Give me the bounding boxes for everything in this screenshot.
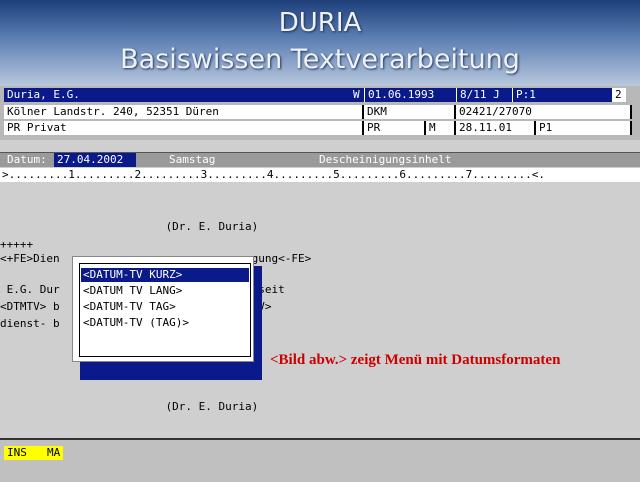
header-name[interactable]: Duria, E.G. bbox=[4, 88, 350, 102]
doc-line-1: (Dr. E. Duria) bbox=[0, 220, 259, 233]
header-phone[interactable]: 02421/27070 bbox=[456, 105, 632, 119]
header-code1: PR bbox=[364, 121, 426, 135]
banner-title: DURIA bbox=[278, 8, 362, 38]
header-dept: DKM bbox=[364, 105, 456, 119]
ma-indicator: MA bbox=[44, 446, 64, 460]
menu-list: <DATUM-TV KURZ> <DATUM TV LANG> <DATUM-T… bbox=[79, 263, 251, 357]
header-page2: P1 bbox=[536, 121, 632, 135]
doc-line-2: +++++ bbox=[0, 238, 34, 251]
header-address[interactable]: Kölner Landstr. 240, 52351 Düren bbox=[4, 105, 364, 119]
header-flag: W bbox=[350, 88, 364, 102]
header-row-1: Duria, E.G. W 01.06.1993 8/11 J P:1 2 bbox=[0, 88, 640, 102]
header-type[interactable]: PR Privat bbox=[4, 121, 364, 135]
form-title: Descheinigungsinhelt bbox=[319, 153, 452, 166]
menu-item-datum-tag[interactable]: <DATUM-TV TAG> bbox=[81, 300, 249, 314]
header-row-2: Kölner Landstr. 240, 52351 Düren DKM 024… bbox=[0, 105, 640, 119]
date-format-menu[interactable]: <DATUM-TV KURZ> <DATUM TV LANG> <DATUM-T… bbox=[72, 256, 254, 362]
menu-item-datum-tag-paren[interactable]: <DATUM-TV (TAG)> bbox=[81, 316, 249, 330]
date-bar: Datum: 27.04.2002 Samstag Descheinigungs… bbox=[0, 152, 640, 167]
ruler: >.........1.........2.........3.........… bbox=[0, 168, 640, 182]
header-row-3: PR Privat PR M 28.11.01 P1 bbox=[0, 121, 640, 135]
doc-footer-line: (Dr. E. Duria) bbox=[0, 400, 259, 413]
header-code: 8/11 J bbox=[456, 88, 512, 102]
weekday: Samstag bbox=[169, 153, 216, 166]
menu-item-datum-lang[interactable]: <DATUM TV LANG> bbox=[81, 284, 249, 298]
menu-item-datum-kurz[interactable]: <DATUM-TV KURZ> bbox=[81, 268, 249, 282]
title-banner: DURIA Basiswissen Textverarbeitung bbox=[0, 0, 640, 86]
ins-indicator: INS bbox=[4, 446, 44, 460]
header-date2: 28.11.01 bbox=[456, 121, 536, 135]
status-bar: INS MA bbox=[0, 438, 640, 482]
date-label: Datum: bbox=[7, 153, 47, 166]
header-page: P:1 bbox=[512, 88, 612, 102]
header-code2: M bbox=[426, 121, 456, 135]
record-header: Duria, E.G. W 01.06.1993 8/11 J P:1 2 Kö… bbox=[0, 86, 640, 140]
header-num: 2 bbox=[612, 88, 626, 102]
banner-subtitle: Basiswissen Textverarbeitung bbox=[120, 44, 520, 75]
caption-annotation: <Bild abw.> zeigt Menü mit Datumsformate… bbox=[270, 352, 561, 368]
status-line: INS MA bbox=[0, 446, 640, 460]
date-value[interactable]: 27.04.2002 bbox=[54, 153, 136, 167]
header-date[interactable]: 01.06.1993 bbox=[364, 88, 456, 102]
